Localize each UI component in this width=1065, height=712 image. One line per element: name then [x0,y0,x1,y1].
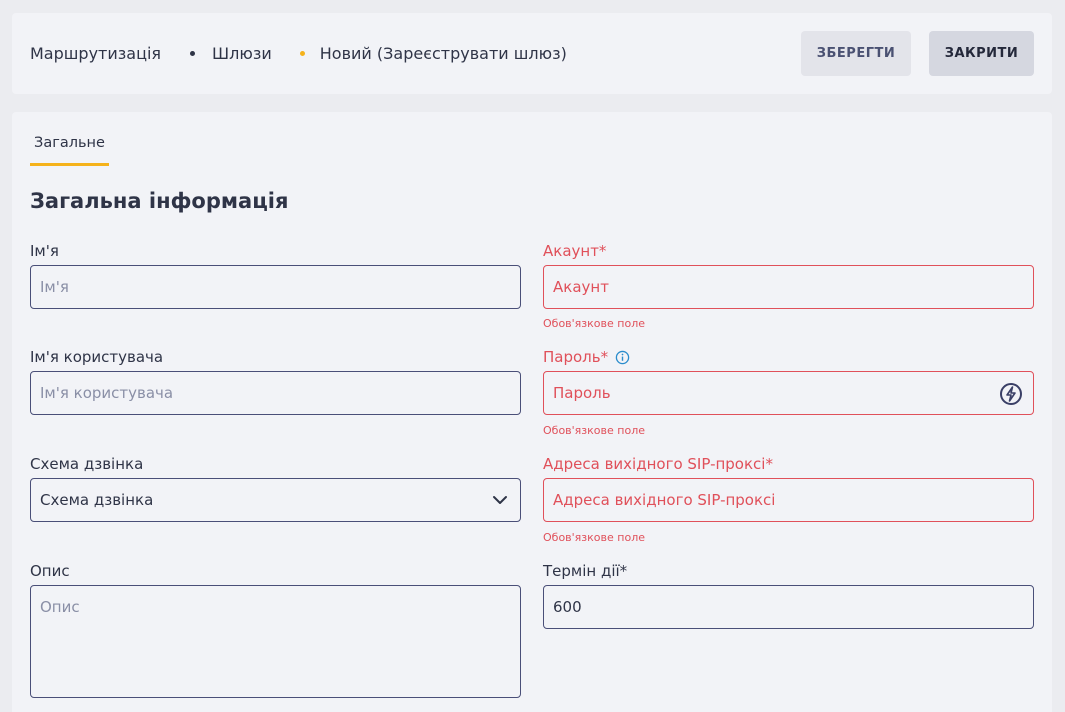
password-label: Пароль* [543,348,609,366]
password-error: Обов'язкове поле [543,424,645,437]
username-label: Ім'я користувача [30,348,164,366]
account-error: Обов'язкове поле [543,317,645,330]
password-input[interactable]: Пароль [543,371,1034,415]
description-label: Опис [30,562,70,580]
close-button[interactable]: ЗАКРИТИ [929,31,1034,76]
name-label: Ім'я [30,242,59,260]
call-scheme-value: Схема дзвінка [40,491,154,509]
generate-password-icon[interactable] [999,382,1023,406]
section-title: Загальна інформація [30,189,289,213]
breadcrumb-gateways[interactable]: Шлюзи [212,44,272,63]
chevron-down-icon [493,496,507,504]
save-button[interactable]: ЗБЕРЕГТИ [801,31,911,76]
password-label-row: Пароль* [543,348,630,366]
name-input[interactable]: Ім'я [30,265,521,309]
expires-input[interactable]: 600 [543,585,1034,629]
breadcrumb-routing[interactable]: Маршрутизація [30,44,161,63]
breadcrumb-separator [190,51,196,56]
breadcrumb-current: Новий (Зареєструвати шлюз) [319,44,567,63]
tab-general[interactable]: Загальне [30,135,109,166]
breadcrumb: Маршрутизація Шлюзи Новий (Зареєструвати… [30,13,567,94]
page-header: Маршрутизація Шлюзи Новий (Зареєструвати… [12,13,1052,94]
account-input[interactable]: Акаунт [543,265,1034,309]
username-input[interactable]: Ім'я користувача [30,371,521,415]
description-textarea[interactable]: Опис [30,585,521,698]
call-scheme-label: Схема дзвінка [30,455,144,473]
sip-proxy-input[interactable]: Адреса вихідного SIP-проксі [543,478,1034,522]
form-card: Загальне Загальна інформація Ім'я Ім'я І… [12,112,1052,712]
info-icon[interactable] [615,350,630,365]
expires-label: Термін дії* [543,562,628,580]
password-placeholder: Пароль [553,384,611,402]
sip-proxy-error: Обов'язкове поле [543,531,645,544]
sip-proxy-label: Адреса вихідного SIP-проксі* [543,455,773,473]
call-scheme-select[interactable]: Схема дзвінка [30,478,521,522]
account-label: Акаунт* [543,242,607,260]
breadcrumb-separator-active [299,51,305,56]
